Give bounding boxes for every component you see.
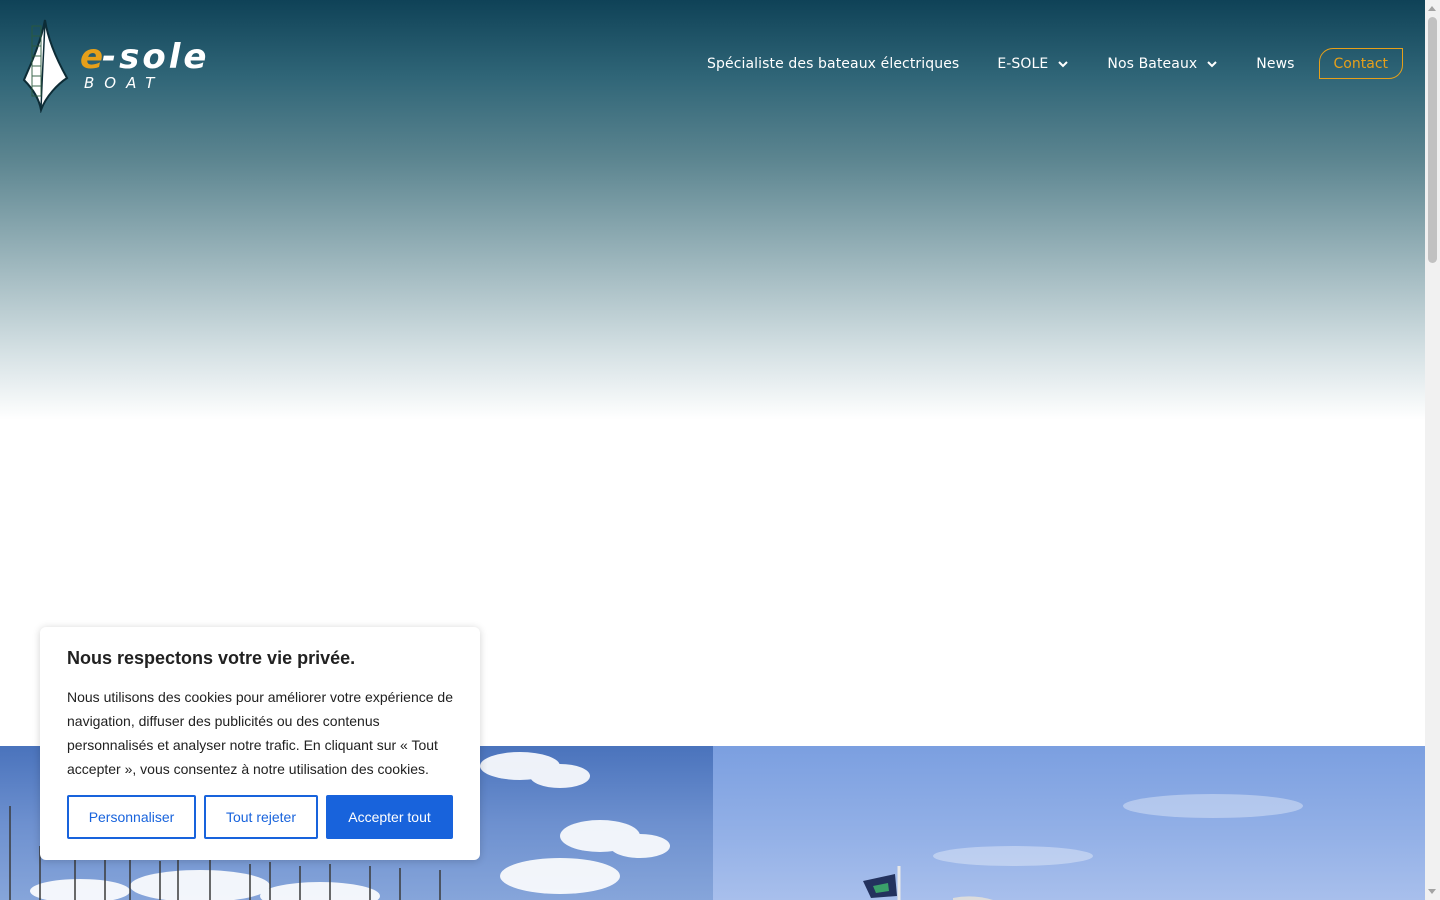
accept-all-button[interactable]: Accepter tout: [326, 795, 453, 839]
nav-item-label: E-SOLE: [997, 55, 1049, 72]
cookie-buttons: Personnaliser Tout rejeter Accepter tout: [67, 795, 453, 839]
nav-item-specialiste[interactable]: Spécialiste des bateaux électriques: [707, 56, 959, 72]
scroll-up-icon[interactable]: [1428, 6, 1436, 11]
nav-item-label: News: [1256, 55, 1295, 72]
reject-all-button[interactable]: Tout rejeter: [204, 795, 318, 839]
cookie-description: Nous utilisons des cookies pour améliore…: [67, 689, 453, 777]
customize-button[interactable]: Personnaliser: [67, 795, 196, 839]
site-header: e -sole BOAT Spécialiste des bateaux éle…: [0, 0, 1425, 120]
contact-button[interactable]: Contact: [1318, 48, 1403, 79]
nav-item-nos-bateaux[interactable]: Nos Bateaux: [1107, 56, 1218, 72]
nav-item-label: Spécialiste des bateaux électriques: [707, 55, 960, 72]
main-nav: Spécialiste des bateaux électriques E-SO…: [707, 48, 1403, 79]
page-scrollbar[interactable]: [1425, 0, 1440, 900]
nav-item-e-sole[interactable]: E-SOLE: [997, 56, 1069, 72]
chevron-down-icon: [1058, 60, 1069, 67]
sail-logo-icon: e -sole BOAT: [22, 19, 209, 113]
cookie-title: Nous respectons votre vie privée.: [67, 648, 356, 668]
svg-text:BOAT: BOAT: [84, 74, 164, 92]
scroll-down-icon[interactable]: [1428, 889, 1436, 894]
boat-photo: [713, 746, 1425, 900]
boat-photo-art: [863, 794, 1303, 900]
nav-item-news[interactable]: News: [1256, 56, 1294, 72]
chevron-down-icon: [1207, 60, 1218, 67]
nav-item-label: Nos Bateaux: [1107, 55, 1198, 72]
site-logo[interactable]: e -sole BOAT: [22, 18, 267, 113]
cookie-consent-banner: Nous respectons votre vie privée. Nous u…: [40, 627, 480, 860]
svg-text:-sole: -sole: [102, 37, 209, 77]
svg-text:e: e: [80, 37, 104, 77]
scrollbar-thumb[interactable]: [1428, 17, 1437, 263]
